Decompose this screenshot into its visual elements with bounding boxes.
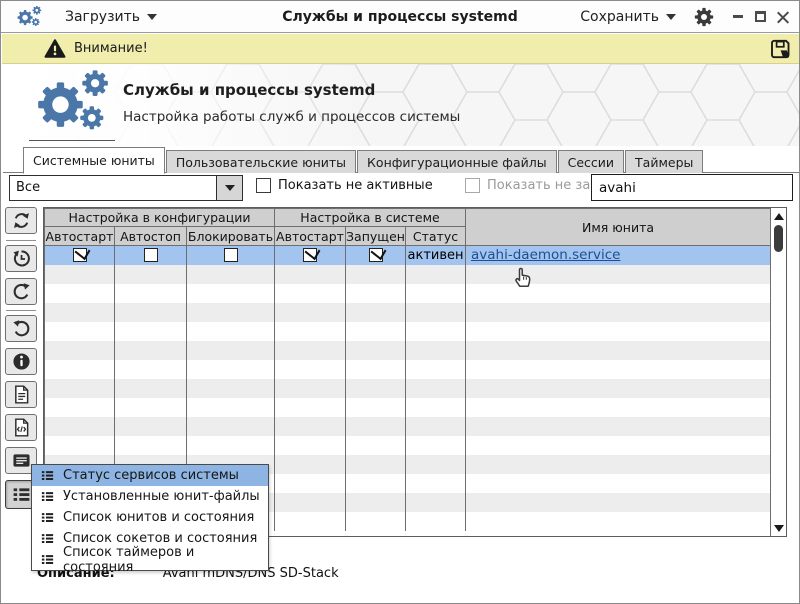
- filter-row: Все Показать не активные Показать не заг…: [3, 173, 799, 205]
- table-row-empty: [45, 303, 771, 322]
- bullet-list-icon: [40, 531, 55, 546]
- title-bar: Загрузить Службы и процессы systemd Сохр…: [1, 1, 799, 33]
- group-header-config: Настройка в конфигурации: [45, 209, 275, 227]
- scrollbar-thumb[interactable]: [774, 225, 783, 252]
- page-header: Службы и процессы systemd Настройка рабо…: [3, 64, 799, 146]
- conf-autostart-checkbox[interactable]: [73, 248, 87, 262]
- bullet-list-icon: [11, 484, 32, 505]
- tab-system-units[interactable]: Системные юниты: [23, 147, 165, 174]
- minimize-button[interactable]: [732, 10, 745, 23]
- sys-autostart-checkbox[interactable]: [303, 248, 317, 262]
- tab-user-units[interactable]: Пользовательские юниты: [166, 150, 356, 173]
- view-file-button[interactable]: [5, 381, 37, 408]
- save-floppy-icon[interactable]: [768, 37, 792, 61]
- info-button[interactable]: [5, 348, 37, 375]
- status-value: активен: [406, 246, 466, 265]
- load-menu-label: Загрузить: [65, 9, 140, 25]
- menu-item-installed-unit-files[interactable]: Установленные юнит-файлы: [32, 486, 268, 507]
- tab-config-files[interactable]: Конфигурационные файлы: [357, 150, 557, 173]
- bullet-list-icon: [40, 468, 55, 483]
- settings-gear-icon[interactable]: [694, 7, 714, 27]
- app-window: Загрузить Службы и процессы systemd Сохр…: [0, 0, 800, 604]
- show-unloaded-checkbox: [465, 178, 480, 193]
- table-scrollbar[interactable]: [770, 208, 786, 536]
- bullet-list-icon: [40, 552, 55, 567]
- menu-item-timers-list[interactable]: Список таймеров и состояния: [32, 549, 268, 570]
- table-row-empty: [45, 360, 771, 379]
- history-button[interactable]: [5, 245, 37, 272]
- refresh-icon: [11, 210, 32, 231]
- table-row-empty: [45, 379, 771, 398]
- tab-bar: Системные юниты Пользовательские юниты К…: [3, 146, 799, 173]
- warning-triangle-icon: [44, 38, 66, 60]
- history-clock-icon: [11, 248, 32, 269]
- menu-item-units-list[interactable]: Список юнитов и состояния: [32, 507, 268, 528]
- chevron-down-icon: [147, 14, 157, 20]
- load-menu-button[interactable]: Загрузить: [57, 5, 165, 29]
- refresh-button[interactable]: [5, 207, 37, 234]
- undo-button[interactable]: [5, 315, 37, 342]
- maximize-button[interactable]: [754, 10, 767, 23]
- menu-item-services-status[interactable]: Статус сервисов системы: [32, 465, 268, 486]
- page-title: Службы и процессы systemd: [123, 81, 375, 99]
- chevron-down-icon: [225, 185, 235, 191]
- column-header-status[interactable]: Статус: [406, 227, 466, 246]
- show-inactive-label: Показать не активные: [278, 178, 433, 193]
- scroll-down-arrow[interactable]: [771, 521, 786, 535]
- document-icon: [11, 384, 32, 405]
- table-row-empty: [45, 284, 771, 303]
- table-row-empty: [45, 322, 771, 341]
- column-header-sys-running[interactable]: Запущен: [346, 227, 406, 246]
- column-header-conf-autostop[interactable]: Автостоп: [115, 227, 187, 246]
- unit-search-input[interactable]: [591, 174, 793, 201]
- close-button[interactable]: [776, 10, 789, 23]
- table-row-empty: [45, 417, 771, 436]
- save-menu-button[interactable]: Сохранить: [572, 5, 684, 29]
- console-list-icon: [11, 450, 32, 471]
- tab-sessions[interactable]: Сессии: [558, 150, 624, 173]
- counterclockwise-arrow-icon: [11, 318, 32, 339]
- unit-type-selected-value: Все: [10, 176, 216, 200]
- unit-type-select[interactable]: Все: [9, 175, 243, 201]
- combo-dropdown-button[interactable]: [216, 176, 242, 200]
- column-header-conf-autostart[interactable]: Автостарт: [45, 227, 115, 246]
- table-row-empty: [45, 436, 771, 455]
- clockwise-arrow-icon: [11, 281, 32, 302]
- show-inactive-checkbox-group[interactable]: Показать не активные: [256, 178, 433, 193]
- column-header-sys-autostart[interactable]: Автостарт: [275, 227, 346, 246]
- table-row-selected[interactable]: активен avahi-daemon.service: [45, 246, 771, 265]
- unit-name-link[interactable]: avahi-daemon.service: [471, 247, 620, 263]
- info-icon: [11, 351, 32, 372]
- bullet-list-icon: [40, 489, 55, 504]
- app-logo-gears-icon: [29, 70, 115, 136]
- warning-bar: Внимание!: [2, 34, 800, 64]
- sys-running-checkbox[interactable]: [369, 248, 383, 262]
- group-header-system: Настройка в системе: [275, 209, 466, 227]
- document-code-icon: [11, 417, 32, 438]
- table-row-empty: [45, 398, 771, 417]
- app-gears-icon: [15, 5, 43, 29]
- scroll-up-arrow[interactable]: [771, 209, 786, 223]
- show-inactive-checkbox[interactable]: [256, 178, 271, 193]
- restart-button[interactable]: [5, 278, 37, 305]
- edit-unit-file-button[interactable]: [5, 414, 37, 441]
- column-header-conf-block[interactable]: Блокировать: [187, 227, 275, 246]
- table-row-empty: [45, 265, 771, 284]
- tab-timers[interactable]: Таймеры: [625, 150, 703, 173]
- page-subtitle: Настройка работы служб и процессов систе…: [123, 109, 460, 125]
- conf-autostop-checkbox[interactable]: [144, 248, 158, 262]
- conf-block-checkbox[interactable]: [224, 248, 238, 262]
- chevron-down-icon: [666, 14, 676, 20]
- table-row-empty: [45, 341, 771, 360]
- warning-text: Внимание!: [74, 41, 148, 56]
- bullet-list-icon: [40, 510, 55, 525]
- save-menu-label: Сохранить: [580, 9, 659, 25]
- column-header-unit-name[interactable]: Имя юнита: [466, 209, 771, 246]
- status-lists-menu: Статус сервисов системы Установленные юн…: [31, 464, 269, 571]
